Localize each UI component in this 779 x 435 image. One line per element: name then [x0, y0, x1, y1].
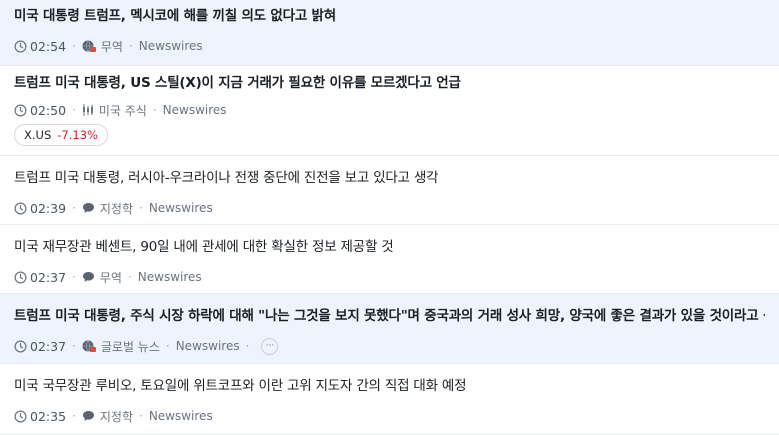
- clock-icon: [14, 271, 27, 283]
- news-title[interactable]: 미국 대통령 트럼프, 멕시코에 해를 끼칠 의도 없다고 밝혀: [14, 7, 765, 25]
- clock-icon: [14, 104, 27, 116]
- news-title[interactable]: 트럼프 미국 대통령, US 스틸(X)이 지금 거래가 필요한 이유를 모르겠…: [14, 74, 765, 92]
- separator: ·: [72, 409, 76, 423]
- ticker-chip[interactable]: X.US -7.13%: [14, 124, 108, 146]
- source-label: Newswires: [138, 39, 203, 53]
- timestamp: 02:37: [14, 339, 66, 354]
- separator: ·: [138, 409, 143, 423]
- source-label: Newswires: [137, 270, 202, 284]
- category-label[interactable]: 지정학: [100, 408, 133, 425]
- separator: ·: [72, 201, 76, 215]
- news-item[interactable]: 미국 대통령 트럼프, 멕시코에 해를 끼칠 의도 없다고 밝혀 02:54 ·…: [0, 0, 779, 66]
- time-text: 02:37: [30, 338, 67, 354]
- speech-bubble-icon: [82, 202, 95, 214]
- time-text: 02:50: [30, 102, 67, 118]
- more-options-button[interactable]: ···: [261, 337, 279, 355]
- separator: ·: [152, 103, 157, 117]
- news-meta: 02:37 · 글로벌 뉴스 · Newswires · ···: [14, 336, 765, 356]
- timestamp: 02:37: [14, 270, 66, 285]
- separator: ·: [245, 339, 250, 353]
- category-label[interactable]: 무역: [101, 38, 123, 55]
- news-meta: 02:39 · 지정학 · Newswires: [14, 198, 765, 218]
- clock-icon: [14, 40, 27, 52]
- clock-icon: [14, 202, 27, 214]
- separator: ·: [128, 39, 133, 53]
- speech-bubble-icon: [82, 410, 95, 422]
- timestamp: 02:50: [14, 103, 66, 118]
- source-label: Newswires: [175, 339, 240, 353]
- time-text: 02:54: [30, 38, 67, 54]
- separator: ·: [165, 339, 170, 353]
- category-label[interactable]: 미국 주식: [99, 102, 147, 119]
- source-label: Newswires: [148, 201, 213, 215]
- time-text: 02:37: [30, 269, 67, 285]
- globe-flag-icon: [82, 39, 96, 53]
- time-text: 02:35: [30, 408, 67, 424]
- separator: ·: [127, 270, 132, 284]
- category-label[interactable]: 지정학: [100, 200, 133, 217]
- news-title[interactable]: 트럼프 미국 대통령, 러시아-우크라이나 전쟁 중단에 진전을 보고 있다고 …: [14, 169, 765, 187]
- news-item[interactable]: 미국 국무장관 루비오, 토요일에 위트코프와 이란 고위 지도자 간의 직접 …: [0, 364, 779, 435]
- separator: ·: [72, 103, 76, 117]
- news-item[interactable]: 트럼프 미국 대통령, 러시아-우크라이나 전쟁 중단에 진전을 보고 있다고 …: [0, 156, 779, 225]
- category-label[interactable]: 글로벌 뉴스: [101, 338, 160, 355]
- time-text: 02:39: [30, 200, 67, 216]
- separator: ·: [72, 39, 76, 53]
- news-item[interactable]: 트럼프 미국 대통령, US 스틸(X)이 지금 거래가 필요한 이유를 모르겠…: [0, 66, 779, 156]
- news-meta: 02:50 · 미국 주식 · Newswires: [14, 100, 765, 120]
- ticker-symbol: X.US: [24, 128, 52, 142]
- clock-icon: [14, 410, 27, 422]
- news-title[interactable]: 트럼프 미국 대통령, 주식 시장 하락에 대해 "나는 그것을 보지 못했다"…: [14, 307, 765, 325]
- separator: ·: [72, 270, 76, 284]
- source-label: Newswires: [148, 409, 213, 423]
- separator: ·: [138, 201, 143, 215]
- ticker-change: -7.13%: [57, 128, 98, 142]
- globe-flag-icon: [82, 339, 96, 353]
- separator: ·: [72, 339, 76, 353]
- source-label: Newswires: [162, 103, 227, 117]
- news-meta: 02:35 · 지정학 · Newswires: [14, 406, 765, 426]
- timestamp: 02:39: [14, 201, 66, 216]
- news-feed: 미국 대통령 트럼프, 멕시코에 해를 끼칠 의도 없다고 밝혀 02:54 ·…: [0, 0, 779, 435]
- timestamp: 02:54: [14, 39, 66, 54]
- timestamp: 02:35: [14, 409, 66, 424]
- candlestick-icon: [82, 103, 94, 117]
- news-item[interactable]: 미국 재무장관 베센트, 90일 내에 관세에 대한 확실한 정보 제공할 것 …: [0, 225, 779, 294]
- speech-bubble-icon: [82, 271, 95, 283]
- news-title[interactable]: 미국 재무장관 베센트, 90일 내에 관세에 대한 확실한 정보 제공할 것: [14, 238, 765, 256]
- news-title[interactable]: 미국 국무장관 루비오, 토요일에 위트코프와 이란 고위 지도자 간의 직접 …: [14, 377, 765, 395]
- news-meta: 02:54 · 무역 · Newswires: [14, 36, 765, 56]
- clock-icon: [14, 340, 27, 352]
- news-meta: 02:37 · 무역 · Newswires: [14, 267, 765, 287]
- news-item[interactable]: 트럼프 미국 대통령, 주식 시장 하락에 대해 "나는 그것을 보지 못했다"…: [0, 294, 779, 364]
- category-label[interactable]: 무역: [100, 269, 122, 286]
